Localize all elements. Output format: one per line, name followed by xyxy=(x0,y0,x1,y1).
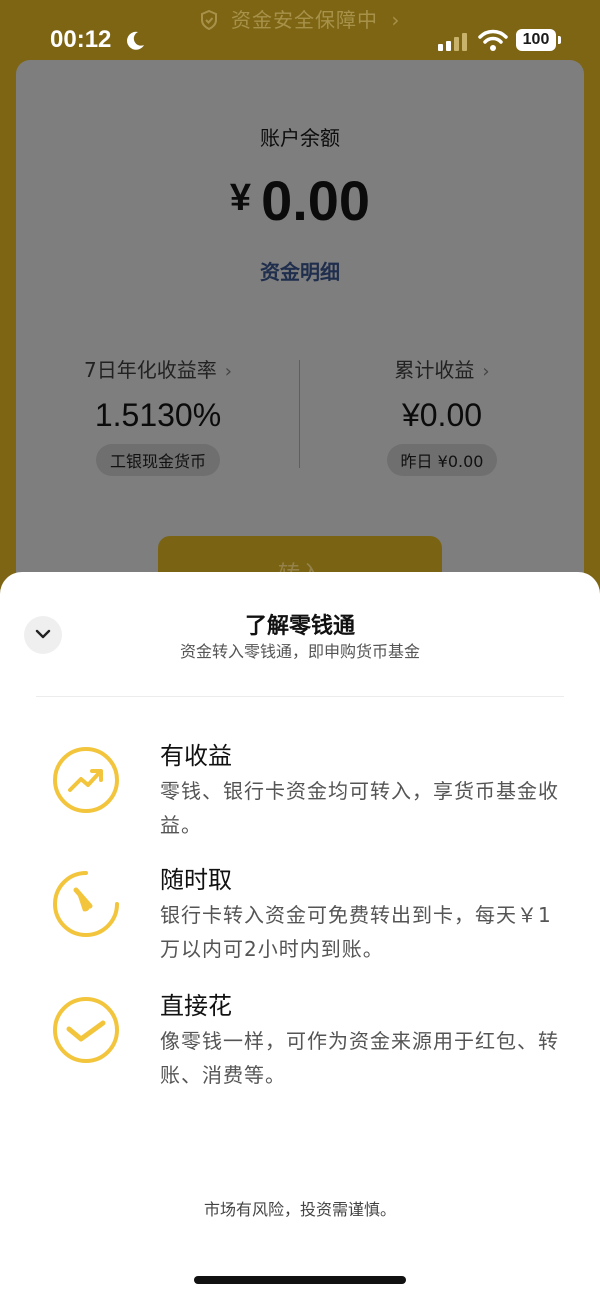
feature-earnings: 有收益 零钱、银行卡资金均可转入，享货币基金收益。 xyxy=(0,736,600,846)
chevron-right-icon: › xyxy=(482,361,490,382)
checkmark-icon xyxy=(53,997,119,1063)
feature-description: 零钱、银行卡资金均可转入，享货币基金收益。 xyxy=(160,779,559,837)
status-bar: 00:12 100 xyxy=(0,22,600,62)
info-bottom-sheet: 了解零钱通 资金转入零钱通，即申购货币基金 有收益 零钱、银行卡资金均可转入，享… xyxy=(0,572,600,1298)
stats-row: 7日年化收益率 › 1.5130% 工银现金货币 累计收益 › ¥0.00 昨日 ¥… xyxy=(16,354,584,484)
status-time: 00:12 xyxy=(50,26,112,53)
sheet-subtitle: 资金转入零钱通，即申购货币基金 xyxy=(179,642,420,661)
balance-amount: ¥0.00 xyxy=(16,168,584,233)
feature-withdraw-anytime: 随时取 银行卡转入资金可免费转出到卡，每天￥1万以内可2小时内到账。 xyxy=(0,860,600,970)
fund-details-link[interactable]: 资金明细 xyxy=(16,256,584,285)
annual-yield-stat[interactable]: 7日年化收益率 › 1.5130% 工银现金货币 xyxy=(16,354,300,476)
feature-description: 像零钱一样，可作为资金来源用于红包、转账、消费等。 xyxy=(160,1029,559,1087)
total-earnings-stat[interactable]: 累计收益 › ¥0.00 昨日 ¥0.00 xyxy=(300,354,584,476)
yesterday-earnings-badge: 昨日 ¥0.00 xyxy=(386,444,498,476)
feature-spend-directly: 直接花 像零钱一样，可作为资金来源用于红包、转账、消费等。 xyxy=(0,986,600,1096)
feature-title: 直接花 xyxy=(160,992,232,1020)
feature-title: 有收益 xyxy=(160,742,232,770)
total-earnings-value: ¥0.00 xyxy=(401,397,483,433)
annual-yield-title: 7日年化收益率 xyxy=(84,358,217,382)
chevron-right-icon: › xyxy=(224,361,232,382)
sheet-title: 了解零钱通 xyxy=(244,614,355,639)
gauge-icon xyxy=(53,871,119,937)
balance-label: 账户余额 xyxy=(260,126,340,150)
total-earnings-title: 累计收益 xyxy=(394,358,475,382)
risk-disclaimer: 市场有风险，投资需谨慎。 xyxy=(203,1200,396,1219)
feature-title: 随时取 xyxy=(160,866,232,894)
fund-name-badge: 工银现金货币 xyxy=(95,444,220,476)
feature-description: 银行卡转入资金可免费转出到卡，每天￥1万以内可2小时内到账。 xyxy=(160,903,552,961)
sheet-divider xyxy=(36,696,564,697)
annual-yield-value: 1.5130% xyxy=(94,397,222,433)
wifi-icon xyxy=(478,29,508,51)
moon-icon xyxy=(127,31,144,50)
battery-indicator: 100 xyxy=(516,29,561,51)
trend-up-icon xyxy=(53,747,119,813)
cellular-signal-icon xyxy=(438,33,467,51)
balance-number: 0.00 xyxy=(261,169,371,232)
home-indicator[interactable] xyxy=(194,1276,406,1284)
currency-symbol: ¥ xyxy=(229,177,252,219)
account-card: 账户余额 ¥0.00 资金明细 7日年化收益率 › 1.5130% 工银现金货币 … xyxy=(16,60,584,620)
